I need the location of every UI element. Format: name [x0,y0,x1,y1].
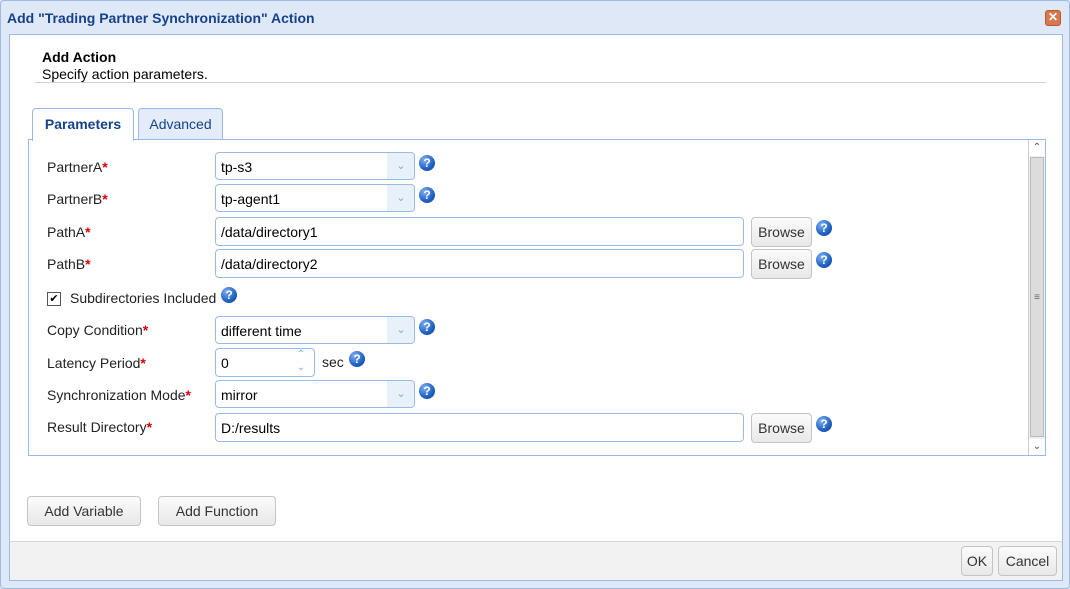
tab-advanced[interactable]: Advanced [138,108,223,140]
latency-label-text: Latency Period [47,355,141,371]
sync-mode-select[interactable]: mirror ⌄ [215,380,415,408]
parameters-panel: PartnerA* tp-s3 ⌄ ? PartnerB* tp-agent1 … [28,139,1046,456]
help-icon[interactable]: ? [419,383,435,399]
partnerB-label: PartnerB* [47,191,108,207]
required-marker: * [102,159,108,175]
partnerB-value: tp-agent1 [221,191,281,207]
latency-label: Latency Period* [47,355,146,371]
pathB-label: PathB* [47,256,91,272]
section-title: Add Action [42,49,117,65]
dialog-body: Add Action Specify action parameters. Pa… [9,34,1063,542]
ok-button[interactable]: OK [961,546,993,576]
browse-pathB-button[interactable]: Browse [751,249,812,279]
required-marker: * [140,355,146,371]
required-marker: * [85,256,91,272]
required-marker: * [102,191,108,207]
sync-mode-label-text: Synchronization Mode [47,387,186,403]
spin-up-icon[interactable]: ⌃ [288,349,314,362]
vertical-scrollbar[interactable]: ⌃ ≡ ⌄ [1028,140,1045,455]
spin-down-icon[interactable]: ⌄ [288,362,314,375]
pathB-input[interactable]: /data/directory2 [215,249,744,278]
result-directory-input[interactable]: D:/results [215,413,744,442]
required-marker: * [85,224,91,240]
section-subtitle: Specify action parameters. [42,66,208,82]
help-icon[interactable]: ? [816,416,832,432]
title-bar[interactable]: Add "Trading Partner Synchronization" Ac… [1,1,1069,33]
help-icon[interactable]: ? [419,155,435,171]
result-directory-value: D:/results [221,420,281,436]
scroll-thumb[interactable]: ≡ [1030,157,1044,437]
result-directory-label: Result Directory* [47,419,152,435]
latency-value: 0 [221,355,229,371]
pathA-input[interactable]: /data/directory1 [215,217,744,246]
add-function-button[interactable]: Add Function [158,496,276,526]
dialog-title: Add "Trading Partner Synchronization" Ac… [7,10,315,26]
required-marker: * [142,322,149,338]
dialog-footer: OK Cancel [9,541,1063,581]
chevron-down-icon[interactable]: ⌄ [387,381,414,407]
chevron-down-icon[interactable]: ⌄ [387,185,414,211]
add-variable-button[interactable]: Add Variable [27,496,141,526]
required-marker: * [146,419,153,435]
close-icon[interactable]: ✕ [1045,10,1061,26]
copy-condition-value: different time [221,323,302,339]
subdirectories-checkbox[interactable]: ✔ [47,292,61,306]
partnerA-value: tp-s3 [221,159,253,175]
sync-mode-label: Synchronization Mode* [47,387,191,403]
help-icon[interactable]: ? [816,220,832,236]
browse-result-directory-button[interactable]: Browse [751,413,812,443]
result-directory-label-text: Result Directory [47,419,147,435]
scroll-up-icon[interactable]: ⌃ [1029,140,1045,156]
chevron-down-icon[interactable]: ⌄ [387,153,414,179]
pathB-value: /data/directory2 [221,256,318,272]
help-icon[interactable]: ? [419,319,435,335]
tab-parameters[interactable]: Parameters [32,108,134,141]
partnerA-label-text: PartnerA [47,159,103,175]
subdirectories-label: Subdirectories Included [70,290,217,306]
required-marker: * [185,387,191,403]
pathA-label-text: PathA [47,224,86,240]
copy-condition-label: Copy Condition* [47,322,148,338]
help-icon[interactable]: ? [816,252,832,268]
help-icon[interactable]: ? [349,351,365,367]
pathA-label: PathA* [47,224,91,240]
dialog-window: Add "Trading Partner Synchronization" Ac… [0,0,1070,589]
pathA-value: /data/directory1 [221,224,318,240]
partnerA-select[interactable]: tp-s3 ⌄ [215,152,415,180]
divider [35,82,1046,83]
copy-condition-select[interactable]: different time ⌄ [215,316,415,344]
copy-condition-label-text: Copy Condition [47,322,143,338]
help-icon[interactable]: ? [419,187,435,203]
partnerA-label: PartnerA* [47,159,108,175]
partnerB-select[interactable]: tp-agent1 ⌄ [215,184,415,212]
latency-unit: sec [322,354,344,370]
cancel-button[interactable]: Cancel [998,546,1057,576]
scroll-down-icon[interactable]: ⌄ [1029,439,1045,455]
sync-mode-value: mirror [221,387,258,403]
browse-pathA-button[interactable]: Browse [751,217,812,247]
help-icon[interactable]: ? [221,287,237,303]
pathB-label-text: PathB [47,256,86,272]
latency-spinner[interactable]: 0 ⌃ ⌄ [215,348,315,377]
partnerB-label-text: PartnerB [47,191,103,207]
spinner-buttons[interactable]: ⌃ ⌄ [288,349,314,376]
chevron-down-icon[interactable]: ⌄ [387,317,414,343]
